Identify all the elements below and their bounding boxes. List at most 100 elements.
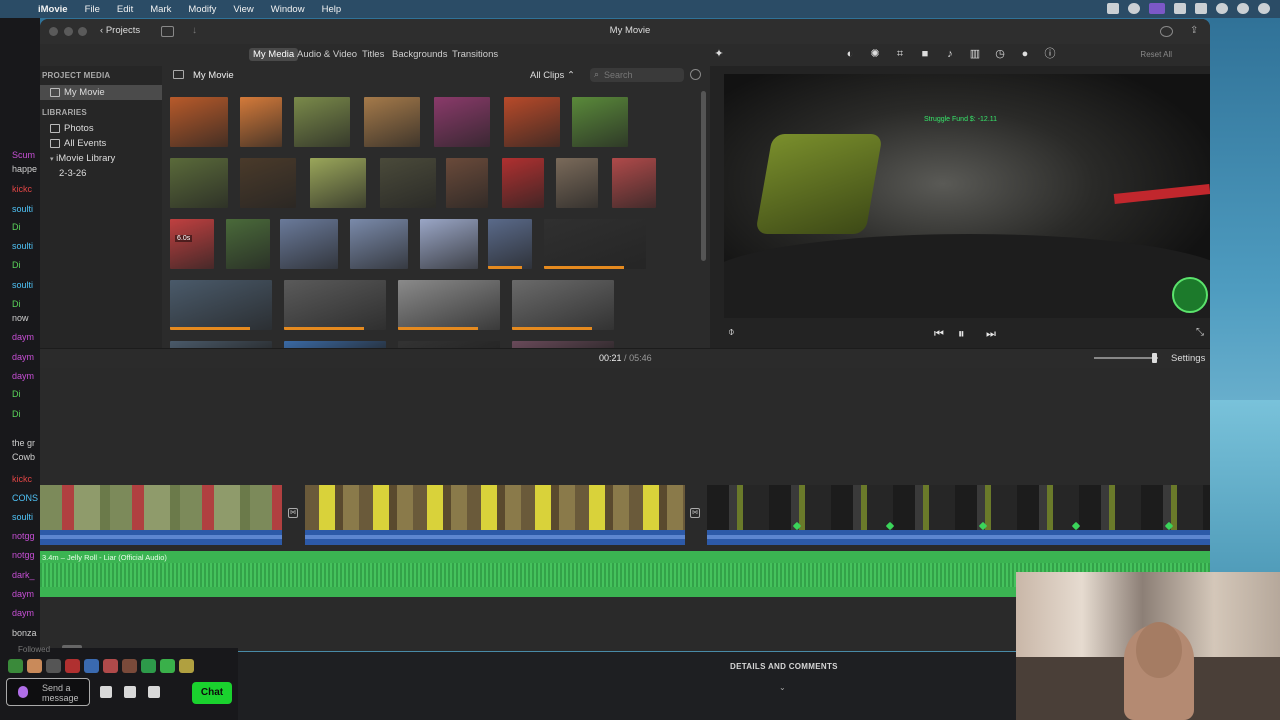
menu-view[interactable]: View bbox=[233, 4, 253, 15]
status-screen-record-icon[interactable] bbox=[1149, 3, 1165, 14]
media-thumbnail[interactable] bbox=[380, 158, 436, 208]
menu-modify[interactable]: Modify bbox=[188, 4, 216, 15]
skip-back-icon[interactable]: ⏮ bbox=[934, 328, 944, 341]
chat-send-button[interactable]: Chat bbox=[192, 682, 232, 704]
tab-audio-video[interactable]: Audio & Video bbox=[297, 49, 357, 60]
sidebar-item-all-events[interactable]: All Events bbox=[40, 136, 162, 151]
media-thumbnail[interactable] bbox=[434, 97, 490, 147]
menu-file[interactable]: File bbox=[85, 4, 100, 15]
media-thumbnail[interactable] bbox=[280, 219, 338, 269]
menu-imovie[interactable]: iMovie bbox=[38, 4, 68, 15]
menu-window[interactable]: Window bbox=[271, 4, 305, 15]
media-thumbnail[interactable] bbox=[504, 97, 560, 147]
media-thumbnail[interactable] bbox=[398, 280, 500, 330]
zoom-slider-knob[interactable] bbox=[1152, 353, 1157, 363]
media-thumbnail[interactable] bbox=[294, 97, 350, 147]
menu-edit[interactable]: Edit bbox=[117, 4, 133, 15]
volume-icon[interactable]: ♪ bbox=[944, 48, 956, 60]
browser-settings-icon[interactable] bbox=[690, 69, 701, 80]
status-app-icon[interactable] bbox=[1107, 3, 1119, 14]
crop-icon[interactable]: ⌗ bbox=[894, 48, 906, 60]
magic-wand-icon[interactable]: ✦ bbox=[713, 48, 725, 60]
emote-icon[interactable] bbox=[122, 659, 137, 673]
video-preview[interactable] bbox=[724, 74, 1210, 318]
details-and-comments-label[interactable]: DETAILS AND COMMENTS bbox=[730, 662, 838, 671]
media-thumbnail[interactable] bbox=[364, 97, 420, 147]
wifi-icon[interactable] bbox=[1216, 3, 1228, 14]
tab-transitions[interactable]: Transitions bbox=[452, 49, 498, 60]
voiceover-mic-icon[interactable]: ⌽ bbox=[728, 326, 735, 339]
pause-icon[interactable]: ⏸ bbox=[958, 326, 965, 342]
microphone-icon[interactable] bbox=[18, 686, 28, 698]
media-thumbnail[interactable] bbox=[284, 280, 386, 330]
emote-icon[interactable] bbox=[8, 659, 23, 673]
media-thumbnail[interactable] bbox=[240, 158, 296, 208]
media-thumbnail[interactable] bbox=[350, 219, 408, 269]
color-correction-icon[interactable]: ✺ bbox=[869, 48, 881, 60]
transition-icon[interactable]: ⋈ bbox=[690, 508, 700, 518]
media-thumbnail[interactable] bbox=[170, 280, 272, 330]
tab-titles[interactable]: Titles bbox=[362, 49, 384, 60]
timeline-zoom-slider[interactable] bbox=[1094, 357, 1158, 359]
transition-icon[interactable]: ⋈ bbox=[288, 508, 298, 518]
status-sync-icon[interactable] bbox=[1128, 3, 1140, 14]
emote-icon[interactable] bbox=[27, 659, 42, 673]
store-icon[interactable] bbox=[124, 686, 136, 698]
media-thumbnail[interactable] bbox=[170, 158, 228, 208]
media-thumbnail[interactable] bbox=[170, 97, 228, 147]
media-thumbnail[interactable] bbox=[420, 219, 478, 269]
media-thumbnail[interactable] bbox=[488, 219, 532, 269]
control-center-icon[interactable] bbox=[1258, 3, 1270, 14]
stabilization-icon[interactable]: ■ bbox=[919, 48, 931, 60]
share-icon[interactable]: ⇪ bbox=[1190, 26, 1203, 37]
noise-reduction-icon[interactable]: ▥ bbox=[969, 48, 981, 60]
chevron-down-icon[interactable]: ⌄ bbox=[779, 683, 786, 692]
emote-icon[interactable] bbox=[84, 659, 99, 673]
media-thumbnail[interactable] bbox=[572, 97, 628, 147]
timeline-clip-2[interactable] bbox=[305, 485, 685, 545]
skip-forward-icon[interactable]: ⏭ bbox=[986, 328, 996, 341]
speed-icon[interactable]: ◷ bbox=[994, 48, 1006, 60]
spotlight-search-icon[interactable] bbox=[1237, 3, 1249, 14]
reset-all-button[interactable]: Reset All bbox=[1140, 50, 1172, 59]
emoji-picker-icon[interactable] bbox=[100, 686, 112, 698]
clip-filter-icon[interactable]: ● bbox=[1019, 48, 1031, 60]
menu-mark[interactable]: Mark bbox=[150, 4, 171, 15]
status-grid-icon[interactable] bbox=[1174, 3, 1186, 14]
emote-icon[interactable] bbox=[46, 659, 61, 673]
media-thumbnail[interactable] bbox=[226, 219, 270, 269]
emote-icon[interactable] bbox=[103, 659, 118, 673]
emote-icon[interactable] bbox=[179, 659, 194, 673]
sidebar-toggle-icon[interactable] bbox=[173, 70, 184, 79]
media-thumbnail[interactable] bbox=[512, 280, 614, 330]
media-thumbnail[interactable] bbox=[240, 97, 282, 147]
media-thumbnail[interactable] bbox=[446, 158, 488, 208]
disclosure-triangle-icon[interactable]: ▾ bbox=[50, 156, 54, 163]
media-thumbnail[interactable] bbox=[544, 219, 646, 269]
timeline-clip-1[interactable] bbox=[40, 485, 282, 545]
fullscreen-icon[interactable]: ⤡ bbox=[1196, 327, 1204, 338]
media-thumbnail[interactable]: 6.0s bbox=[170, 219, 214, 269]
info-icon[interactable]: ⓘ bbox=[1044, 48, 1056, 60]
color-balance-icon[interactable]: ◐ bbox=[844, 48, 856, 60]
tab-my-media[interactable]: My Media bbox=[249, 48, 299, 61]
timeline-clip-3[interactable] bbox=[707, 485, 1210, 545]
timeline-settings-button[interactable]: Settings bbox=[1171, 353, 1205, 364]
media-thumbnail[interactable] bbox=[502, 158, 544, 208]
apple-icon[interactable] bbox=[12, 3, 24, 15]
tab-backgrounds[interactable]: Backgrounds bbox=[392, 49, 447, 60]
sidebar-item-photos[interactable]: Photos bbox=[40, 121, 162, 136]
media-thumbnail[interactable] bbox=[556, 158, 598, 208]
clip-filter-dropdown[interactable]: All Clips ⌃ bbox=[530, 70, 575, 81]
sidebar-item-my-movie[interactable]: My Movie bbox=[40, 85, 162, 100]
emote-icon[interactable] bbox=[160, 659, 175, 673]
media-scrollbar[interactable] bbox=[701, 91, 706, 261]
sidebar-item-imovie-library[interactable]: ▾ iMovie Library bbox=[40, 151, 162, 166]
menu-help[interactable]: Help bbox=[322, 4, 342, 15]
theme-toggle-icon[interactable] bbox=[1160, 26, 1173, 37]
chat-settings-gear-icon[interactable] bbox=[148, 686, 160, 698]
media-thumbnail[interactable] bbox=[612, 158, 656, 208]
emote-icon[interactable] bbox=[65, 659, 80, 673]
battery-icon[interactable] bbox=[1195, 3, 1207, 14]
sidebar-item-event-2-3-26[interactable]: 2-3-26 bbox=[40, 166, 162, 181]
